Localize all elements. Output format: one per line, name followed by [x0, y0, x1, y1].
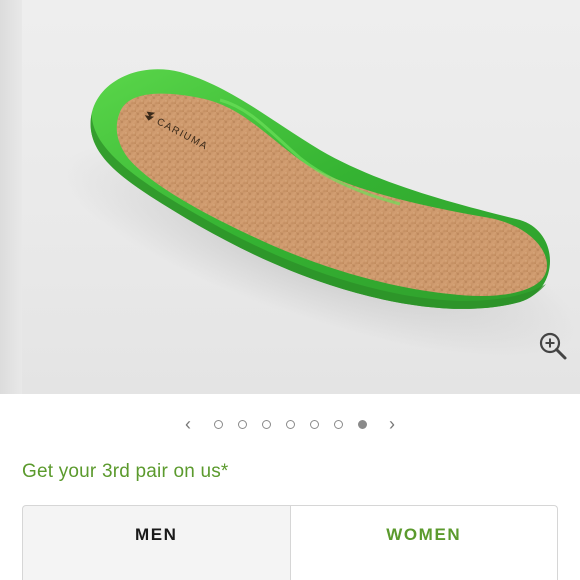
product-image-gallery[interactable]: CARIUMA [0, 0, 580, 394]
carousel-navigation: ‹ › [0, 410, 580, 438]
carousel-next-button[interactable]: › [382, 412, 402, 436]
carousel-dot-7-active[interactable] [357, 419, 367, 429]
carousel-dot-4[interactable] [285, 419, 295, 429]
promo-text: Get your 3rd pair on us* [22, 461, 229, 482]
chevron-left-icon: ‹ [185, 413, 191, 434]
insole-image: CARIUMA [62, 69, 578, 357]
gender-tabs: MEN WOMEN [22, 505, 558, 580]
carousel-dot-6[interactable] [333, 419, 343, 429]
carousel-dot-3[interactable] [261, 419, 271, 429]
tab-women[interactable]: WOMEN [290, 505, 558, 580]
carousel-dot-1[interactable] [213, 419, 223, 429]
carousel-dot-5[interactable] [309, 419, 319, 429]
chevron-right-icon: › [389, 413, 395, 434]
zoom-in-button[interactable] [538, 331, 574, 367]
zoom-in-icon [539, 332, 567, 360]
carousel-dot-2[interactable] [237, 419, 247, 429]
carousel-prev-button[interactable]: ‹ [178, 412, 198, 436]
tab-men[interactable]: MEN [22, 505, 291, 580]
